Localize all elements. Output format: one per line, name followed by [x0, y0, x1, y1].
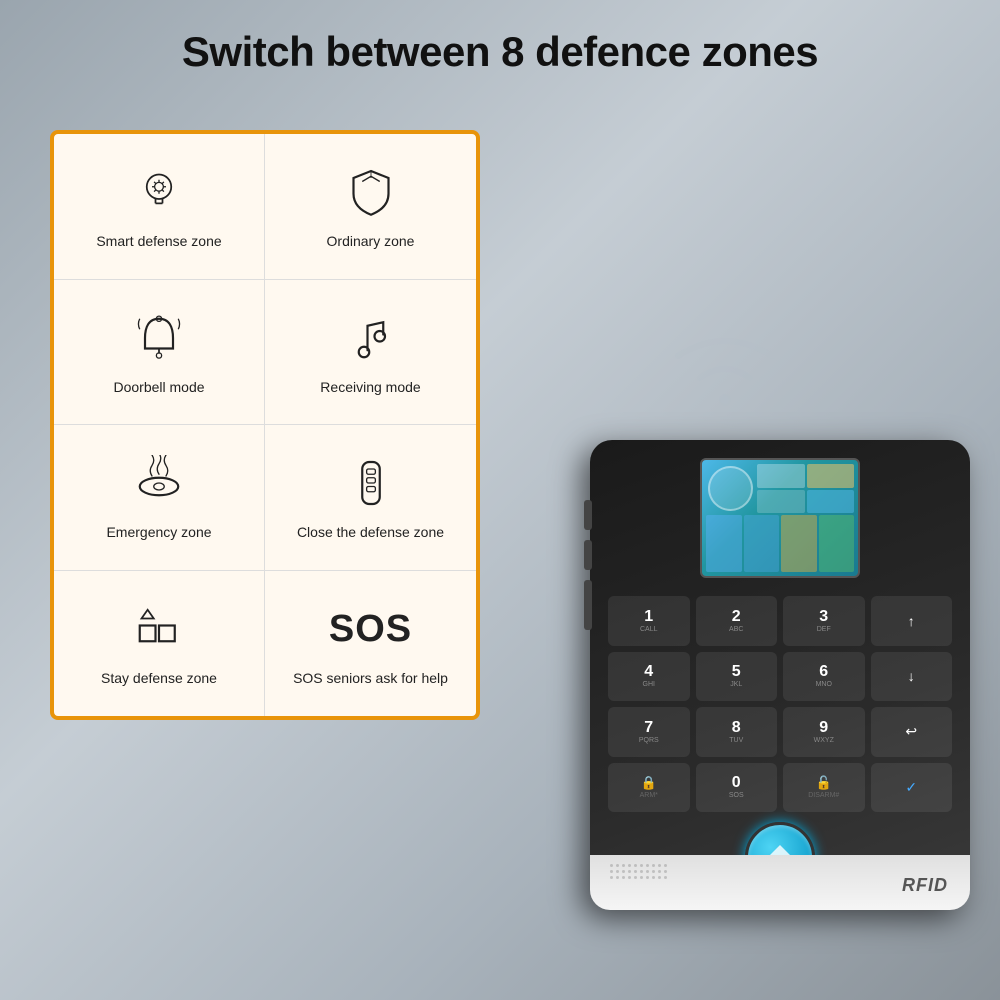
zone-emergency-label: Emergency zone: [106, 523, 211, 543]
key-4[interactable]: 4 GHI: [608, 652, 690, 702]
zone-stay-defense-label: Stay defense zone: [101, 669, 217, 689]
zone-smart-defense: Smart defense zone: [54, 134, 265, 280]
key-fob-icon: [339, 451, 403, 515]
zone-smart-defense-label: Smart defense zone: [96, 232, 221, 252]
rfid-label: RFID: [902, 875, 948, 896]
zone-doorbell: Doorbell mode: [54, 280, 265, 426]
key-2[interactable]: 2 ABC: [696, 596, 778, 646]
sos-text: SOS: [329, 608, 412, 651]
key-8[interactable]: 8 TUV: [696, 707, 778, 757]
side-button-3[interactable]: [584, 580, 592, 630]
zone-emergency: Emergency zone: [54, 425, 265, 571]
defence-zones-card: Smart defense zone Ordinary zone: [50, 130, 480, 720]
key-0[interactable]: 0 SOS: [696, 763, 778, 813]
key-9[interactable]: 9 WXYZ: [783, 707, 865, 757]
brain-gear-icon: [127, 160, 191, 224]
keypad: 1 CALL 2 ABC 3 DEF ↑ 4 GHI 5 JKL: [608, 596, 952, 812]
key-down[interactable]: ↓: [871, 652, 953, 702]
key-arm[interactable]: 🔒 ARM*: [608, 763, 690, 813]
zone-ordinary: Ordinary zone: [265, 134, 476, 280]
sos-icon: SOS: [339, 597, 403, 661]
device-bottom-strip: RFID: [590, 855, 970, 910]
page-title: Switch between 8 defence zones: [0, 28, 1000, 76]
zone-ordinary-label: Ordinary zone: [327, 232, 415, 252]
key-6[interactable]: 6 MNO: [783, 652, 865, 702]
key-3[interactable]: 3 DEF: [783, 596, 865, 646]
music-note-icon: [339, 306, 403, 370]
key-7[interactable]: 7 PQRS: [608, 707, 690, 757]
key-up[interactable]: ↑: [871, 596, 953, 646]
zone-close-defense: Close the defense zone: [265, 425, 476, 571]
zone-close-defense-label: Close the defense zone: [297, 523, 444, 543]
shapes-icon: [127, 597, 191, 661]
key-5[interactable]: 5 JKL: [696, 652, 778, 702]
key-confirm[interactable]: ✓: [871, 763, 953, 813]
alarm-device: 1 CALL 2 ABC 3 DEF ↑ 4 GHI 5 JKL: [590, 440, 970, 910]
zone-sos: SOS SOS seniors ask for help: [265, 571, 476, 717]
zone-receiving-label: Receiving mode: [320, 378, 420, 398]
wifi-symbol: [660, 320, 790, 420]
shield-icon: [339, 160, 403, 224]
key-back[interactable]: ↩: [871, 707, 953, 757]
zone-sos-label: SOS seniors ask for help: [293, 669, 448, 689]
device-screen: [700, 458, 860, 578]
side-button-2[interactable]: [584, 540, 592, 570]
bell-icon: [127, 306, 191, 370]
key-disarm[interactable]: 🔓 DISARM#: [783, 763, 865, 813]
side-button-1[interactable]: [584, 500, 592, 530]
key-1[interactable]: 1 CALL: [608, 596, 690, 646]
zone-receiving: Receiving mode: [265, 280, 476, 426]
speaker-grill: [610, 864, 668, 880]
smoke-detector-icon: [127, 451, 191, 515]
zone-doorbell-label: Doorbell mode: [113, 378, 204, 398]
zone-stay-defense: Stay defense zone: [54, 571, 265, 717]
device-area: 1 CALL 2 ABC 3 DEF ↑ 4 GHI 5 JKL: [490, 310, 970, 910]
